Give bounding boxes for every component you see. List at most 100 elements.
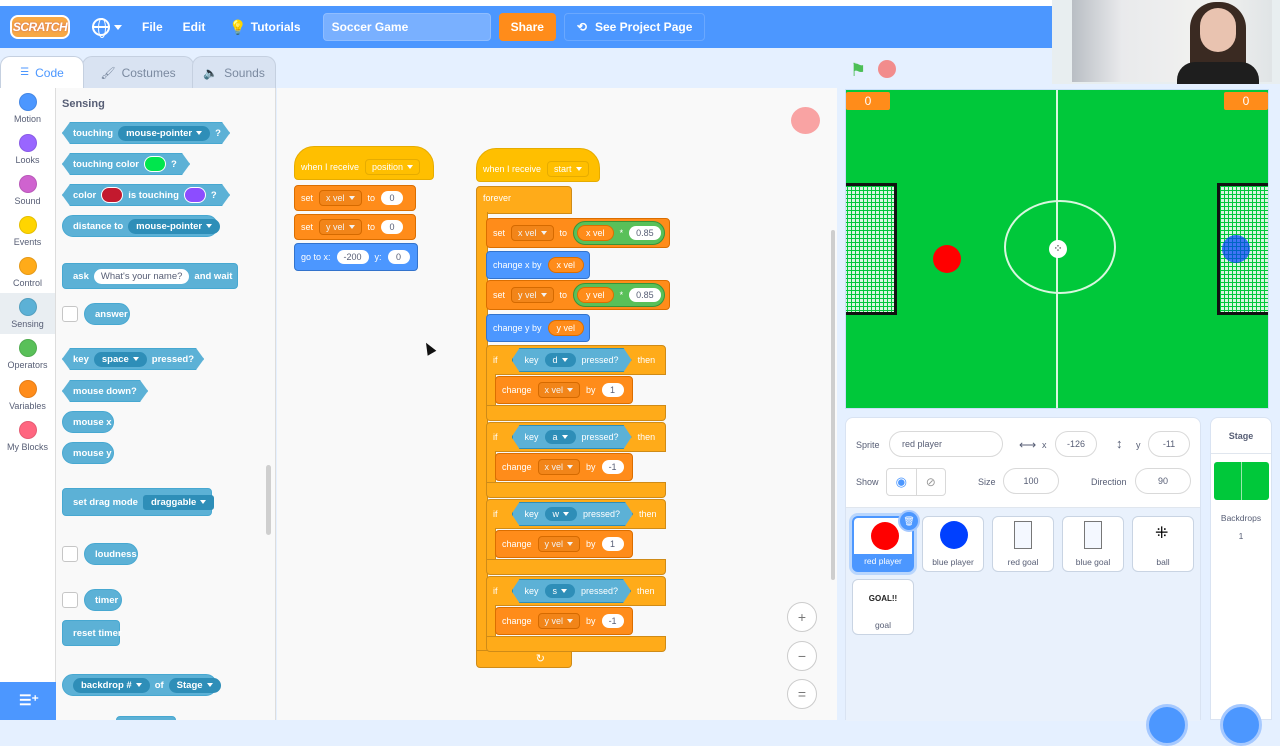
variable-reporter[interactable]: x vel (577, 225, 614, 241)
variable-menu[interactable]: x vel (537, 382, 581, 398)
code-workspace[interactable]: when I receive position set x vel to 0 s… (277, 88, 837, 720)
value-input[interactable]: 0.85 (629, 288, 661, 302)
variable-reporter[interactable]: y vel (577, 287, 614, 303)
answer-checkbox[interactable] (62, 306, 78, 322)
zoom-in-button[interactable]: + (787, 602, 817, 632)
variable-menu[interactable]: y vel (511, 287, 554, 303)
red-player-sprite[interactable] (933, 245, 961, 273)
category-operators[interactable]: Operators (0, 334, 55, 375)
key-menu[interactable]: s (545, 584, 576, 598)
sprite-tile[interactable]: blue player (922, 516, 984, 572)
value-input[interactable]: 0 (381, 220, 404, 234)
when-i-receive-block[interactable]: when I receive start (476, 148, 600, 182)
stop-icon[interactable] (878, 60, 896, 78)
message-menu[interactable]: start (547, 161, 589, 177)
set-variable-block[interactable]: set x vel to x vel * 0.85 (486, 218, 670, 248)
key-pressed-condition[interactable]: key a pressed? (512, 425, 632, 449)
value-input[interactable]: 1 (601, 537, 624, 551)
tab-costumes[interactable]: 🖌 Costumes (82, 56, 194, 88)
key-menu[interactable]: space (94, 352, 147, 367)
key-pressed-condition[interactable]: key w pressed? (512, 502, 634, 526)
delete-sprite-button[interactable]: 🗑 (898, 510, 920, 532)
choose-sprite-button[interactable] (1146, 704, 1188, 746)
key-menu[interactable]: d (545, 353, 576, 367)
variable-menu[interactable]: y vel (537, 613, 581, 629)
category-events[interactable]: Events (0, 211, 55, 252)
mouse-y-block[interactable]: mouse y (62, 442, 114, 464)
change-variable-block[interactable]: change x vel by -1 (495, 453, 633, 481)
backdrop-of-block[interactable]: backdrop # of Stage (62, 674, 221, 696)
zoom-out-button[interactable]: − (787, 641, 817, 671)
zoom-reset-button[interactable]: = (787, 679, 817, 709)
variable-reporter[interactable]: y vel (547, 320, 585, 336)
variable-menu[interactable]: y vel (537, 536, 581, 552)
sprite-name-input[interactable]: red player (889, 431, 1003, 457)
file-menu[interactable]: File (142, 20, 163, 34)
value-input[interactable]: -1 (601, 460, 624, 474)
timer-block[interactable]: timer (84, 589, 122, 611)
timer-checkbox[interactable] (62, 592, 78, 608)
change-variable-block[interactable]: change x vel by 1 (495, 376, 633, 404)
sprite-tile[interactable]: blue goal (1062, 516, 1124, 572)
show-button[interactable]: ◉ (887, 469, 917, 495)
stage-menu[interactable]: Stage (168, 677, 221, 693)
red-goal-sprite[interactable] (846, 183, 897, 315)
x-position-input[interactable]: -126 (1055, 431, 1097, 457)
drag-mode-menu[interactable]: draggable (142, 494, 215, 510)
share-button[interactable]: Share (498, 13, 556, 41)
x-input[interactable]: -200 (336, 250, 369, 264)
when-i-receive-block[interactable]: when I receive position (294, 146, 434, 180)
value-input[interactable]: 0.85 (629, 226, 661, 240)
category-looks[interactable]: Looks (0, 129, 55, 170)
loudness-checkbox[interactable] (62, 546, 78, 562)
variable-reporter[interactable]: x vel (547, 257, 585, 273)
change-variable-block[interactable]: change y vel by -1 (495, 607, 633, 635)
loudness-block[interactable]: loudness (84, 543, 138, 565)
stage-canvas[interactable]: 0 0 ⁘ (845, 89, 1269, 409)
edit-menu[interactable]: Edit (183, 20, 206, 34)
partial-block[interactable] (116, 716, 176, 720)
value-input[interactable]: -1 (601, 614, 624, 628)
add-extension-button[interactable]: ☰⁺ (0, 682, 56, 720)
project-title-input[interactable]: Soccer Game (322, 13, 491, 41)
set-variable-block[interactable]: set x vel to 0 (294, 185, 416, 211)
color-is-touching-block[interactable]: color is touching ? (62, 184, 230, 206)
palette-scrollbar[interactable] (266, 465, 271, 535)
category-my-blocks[interactable]: My Blocks (0, 416, 55, 457)
key-menu[interactable]: a (545, 430, 576, 444)
change-variable-block[interactable]: change y vel by 1 (495, 530, 633, 558)
set-variable-block[interactable]: set y vel to 0 (294, 214, 416, 240)
key-pressed-condition[interactable]: key s pressed? (512, 579, 632, 603)
sprite-tile[interactable]: ⁜ ball (1132, 516, 1194, 572)
change-y-block[interactable]: change y by y vel (486, 314, 590, 342)
change-x-block[interactable]: change x by x vel (486, 251, 590, 279)
message-menu[interactable]: position (365, 159, 421, 175)
answer-block[interactable]: answer (84, 303, 130, 325)
color-swatch[interactable] (144, 156, 166, 172)
sprite-tile[interactable]: red player 🗑 (852, 510, 920, 572)
color-swatch[interactable] (101, 187, 123, 203)
key-pressed-block[interactable]: key space pressed? (62, 348, 204, 370)
category-sensing[interactable]: Sensing (0, 293, 55, 334)
ask-and-wait-block[interactable]: ask What's your name? and wait (62, 263, 238, 289)
forever-block[interactable]: forever (476, 186, 572, 214)
touching-menu[interactable]: mouse-pointer (118, 126, 210, 141)
tab-sounds[interactable]: 🔈 Sounds (192, 56, 276, 88)
category-control[interactable]: Control (0, 252, 55, 293)
touching-block[interactable]: touching mouse-pointer ? (62, 122, 230, 144)
key-pressed-condition[interactable]: key d pressed? (512, 348, 632, 372)
scratch-logo[interactable]: SCRATCH (10, 15, 70, 39)
tab-code[interactable]: ☰ Code (0, 56, 84, 88)
language-menu[interactable] (92, 18, 122, 38)
distance-to-block[interactable]: distance to mouse-pointer (62, 215, 221, 237)
y-position-input[interactable]: -11 (1148, 431, 1190, 457)
sprite-tile[interactable]: GOAL!! goal (852, 579, 914, 635)
stage-target-panel[interactable]: Stage Backdrops 1 (1210, 417, 1272, 720)
color-swatch[interactable] (184, 187, 206, 203)
variable-menu[interactable]: x vel (511, 225, 554, 241)
variable-menu[interactable]: x vel (319, 190, 362, 206)
mouse-x-block[interactable]: mouse x (62, 411, 114, 433)
set-drag-mode-block[interactable]: set drag mode draggable (62, 488, 215, 516)
mouse-down-block[interactable]: mouse down? (62, 380, 148, 402)
value-input[interactable]: 0 (381, 191, 404, 205)
